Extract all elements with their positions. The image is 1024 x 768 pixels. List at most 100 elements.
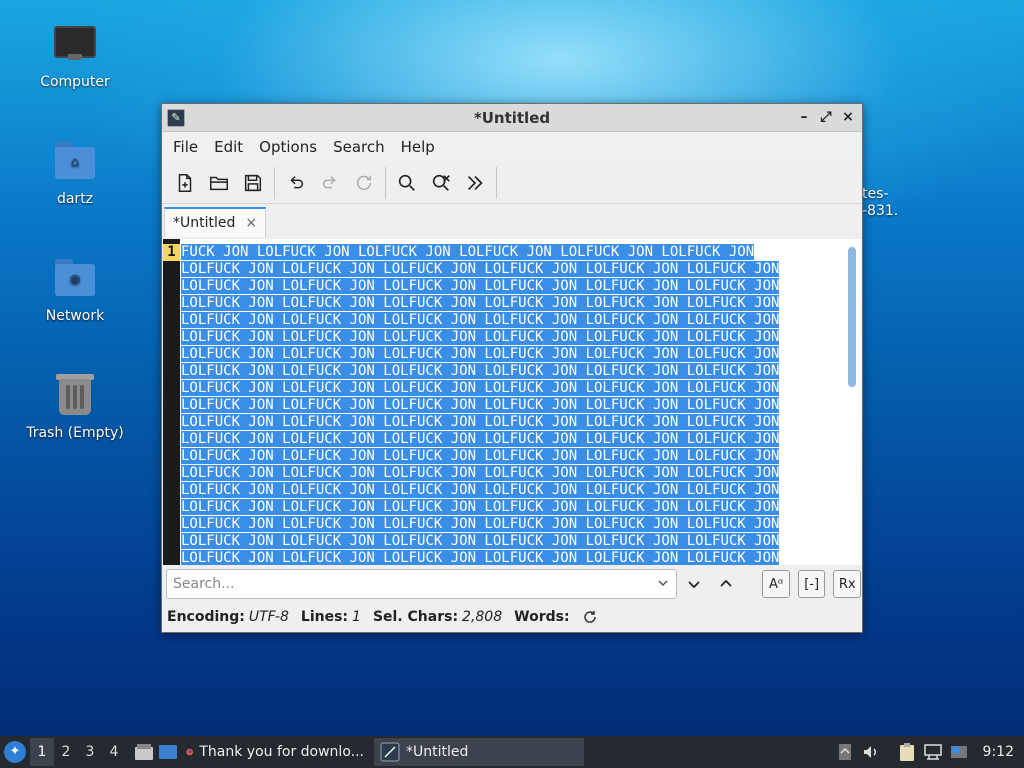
clipboard-button[interactable] xyxy=(897,742,917,762)
toolbar-separator xyxy=(385,166,386,199)
menu-help[interactable]: Help xyxy=(393,138,443,156)
find-replace-icon xyxy=(432,174,450,191)
clock[interactable]: 9:12 xyxy=(983,744,1014,760)
notification-button[interactable] xyxy=(949,742,969,762)
workspace-4[interactable]: 4 xyxy=(102,744,126,760)
file-manager-launcher[interactable] xyxy=(132,740,156,764)
file-manager-icon xyxy=(135,744,153,760)
workspace-1[interactable]: 1 xyxy=(30,738,54,766)
tray-up-arrow[interactable] xyxy=(835,742,855,762)
vertical-scrollbar[interactable] xyxy=(847,247,857,559)
workspace-3[interactable]: 3 xyxy=(78,744,102,760)
lxqt-logo-icon: ✦ xyxy=(4,741,26,763)
trash-icon xyxy=(51,373,99,421)
task-firefox[interactable]: Thank you for downlo... xyxy=(180,738,370,766)
desktop-icon-label: Network xyxy=(45,308,105,324)
network-folder-icon: ◉ xyxy=(51,256,99,304)
lines-value: 1 xyxy=(352,609,361,625)
menu-options[interactable]: Options xyxy=(251,138,325,156)
text-line: FUCK JON LOLFUCK JON LOLFUCK JON LOLFUCK… xyxy=(181,244,755,260)
sel-chars-label: Sel. Chars: xyxy=(372,609,459,625)
whole-word-button[interactable]: [-] xyxy=(797,570,826,598)
close-button[interactable]: × xyxy=(840,108,856,126)
firefox-icon xyxy=(186,748,193,756)
text-line: LOLFUCK JON LOLFUCK JON LOLFUCK JON LOLF… xyxy=(181,295,780,311)
start-menu-button[interactable]: ✦ xyxy=(0,736,30,768)
text-line: LOLFUCK JON LOLFUCK JON LOLFUCK JON LOLF… xyxy=(181,363,780,379)
chevron-down-icon[interactable] xyxy=(656,576,670,590)
menu-edit[interactable]: Edit xyxy=(206,138,251,156)
line-number: 1 xyxy=(163,244,180,261)
reload-button[interactable] xyxy=(347,166,381,200)
text-line: LOLFUCK JON LOLFUCK JON LOLFUCK JON LOLF… xyxy=(181,261,780,277)
editor-window: ✎ *Untitled – ⤢ × File Edit Options Sear… xyxy=(161,103,863,633)
line-number-gutter: 1 xyxy=(163,239,180,565)
scrollbar-thumb[interactable] xyxy=(848,247,856,387)
desktop-icon-partial[interactable]: tes- -831. xyxy=(862,186,898,220)
show-desktop-button[interactable] xyxy=(156,740,180,764)
refresh-word-count-icon[interactable] xyxy=(582,609,598,625)
find-replace-button[interactable] xyxy=(424,166,458,200)
minimize-button[interactable]: – xyxy=(796,108,812,126)
find-previous-button[interactable] xyxy=(711,569,741,599)
new-file-button[interactable] xyxy=(168,166,202,200)
desktop-icon-home-folder[interactable]: ⌂ dartz xyxy=(20,139,130,207)
search-combobox[interactable] xyxy=(166,569,678,599)
tab-untitled[interactable]: *Untitled × xyxy=(164,207,267,237)
new-file-icon xyxy=(178,173,192,192)
open-folder-icon xyxy=(210,176,228,190)
home-folder-icon: ⌂ xyxy=(51,139,99,187)
text-line: LOLFUCK JON LOLFUCK JON LOLFUCK JON LOLF… xyxy=(181,448,780,464)
tray-expand-icon xyxy=(838,744,851,760)
text-line: LOLFUCK JON LOLFUCK JON LOLFUCK JON LOLF… xyxy=(181,346,780,362)
computer-icon xyxy=(51,22,99,70)
open-file-button[interactable] xyxy=(202,166,236,200)
desktop-icon-label: dartz xyxy=(56,191,94,207)
undo-button[interactable] xyxy=(279,166,313,200)
encoding-label: Encoding: xyxy=(167,609,245,625)
title-bar[interactable]: ✎ *Untitled – ⤢ × xyxy=(162,104,862,132)
reload-icon xyxy=(356,175,372,190)
clipboard-icon xyxy=(899,743,914,761)
desktop-icon-label: Computer xyxy=(40,74,110,90)
find-button[interactable] xyxy=(390,166,424,200)
menu-file[interactable]: File xyxy=(165,138,206,156)
text-editor[interactable]: 1 FUCK JON LOLFUCK JON LOLFUCK JON LOLFU… xyxy=(163,239,861,565)
notification-icon xyxy=(950,746,967,758)
search-input[interactable] xyxy=(167,570,662,598)
volume-button[interactable] xyxy=(861,742,881,762)
text-line: LOLFUCK JON LOLFUCK JON LOLFUCK JON LOLF… xyxy=(181,482,780,498)
chevron-down-icon xyxy=(688,581,700,589)
desktop-icon xyxy=(159,745,177,759)
text-line: LOLFUCK JON LOLFUCK JON LOLFUCK JON LOLF… xyxy=(181,431,780,447)
desktop-icon-label: Trash (Empty) xyxy=(26,425,124,441)
text-line: LOLFUCK JON LOLFUCK JON LOLFUCK JON LOLF… xyxy=(181,533,780,549)
workspace-2[interactable]: 2 xyxy=(54,744,78,760)
taskbar: ✦ 1 2 3 4 Thank you for downlo... *Untit… xyxy=(0,736,1024,768)
editor-content[interactable]: FUCK JON LOLFUCK JON LOLFUCK JON LOLFUCK… xyxy=(181,244,823,565)
desktop-icon-computer[interactable]: Computer xyxy=(20,22,130,90)
more-button[interactable] xyxy=(458,166,492,200)
match-case-button[interactable]: Aᵅ xyxy=(762,570,790,598)
task-featherpad[interactable]: *Untitled xyxy=(374,738,584,766)
toolbar-separator xyxy=(496,166,497,199)
regex-button[interactable]: Rx xyxy=(833,570,861,598)
encoding-value[interactable]: UTF-8 xyxy=(249,609,289,625)
chevron-up-icon xyxy=(719,579,732,587)
text-line: LOLFUCK JON LOLFUCK JON LOLFUCK JON LOLF… xyxy=(181,465,780,481)
status-bar: Encoding: UTF-8 Lines: 1 Sel. Chars: 2,8… xyxy=(163,603,861,631)
save-icon xyxy=(244,174,262,191)
find-next-button[interactable] xyxy=(679,569,709,599)
save-file-button[interactable] xyxy=(236,166,270,200)
search-icon xyxy=(398,174,415,191)
tab-close-icon[interactable]: × xyxy=(245,215,257,231)
maximize-button[interactable]: ⤢ xyxy=(818,108,834,126)
desktop-icon-trash[interactable]: Trash (Empty) xyxy=(20,373,130,441)
featherpad-icon xyxy=(380,742,400,762)
toolbar xyxy=(162,162,862,204)
menu-search[interactable]: Search xyxy=(325,138,393,156)
redo-button[interactable] xyxy=(313,166,347,200)
network-button[interactable] xyxy=(923,742,943,762)
desktop-icon-network[interactable]: ◉ Network xyxy=(20,256,130,324)
redo-icon xyxy=(322,175,336,188)
